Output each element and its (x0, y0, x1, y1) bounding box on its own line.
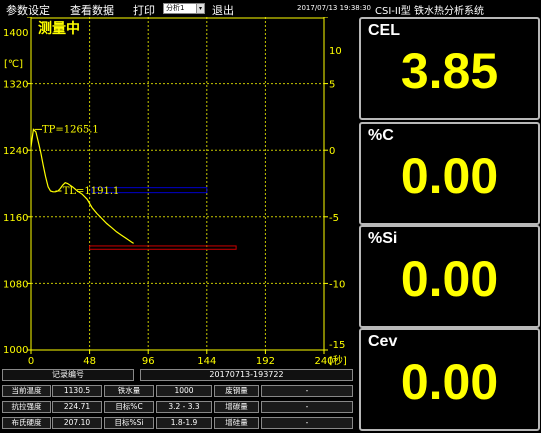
y-tick-label: 1320 (3, 80, 28, 91)
table-cell-value: - (261, 401, 353, 413)
panel-value: 0.00 (400, 251, 499, 307)
menu-param-settings[interactable]: 参数设定 (6, 2, 50, 18)
analysis-select-value: 分析1 (166, 4, 185, 12)
temperature-chart: 1400 1320 1240 1160 1080 1000 [℃] 10 5 0 -5 -10 -15 0… (0, 17, 356, 368)
panel-cel: CEL 3.85 (359, 17, 540, 120)
table-cell-label: 铁水量 (104, 385, 154, 397)
analysis-select[interactable]: 分析1 ▾ (163, 3, 205, 14)
table-cell-label: 目标%C (104, 401, 154, 413)
table-cell-value: - (261, 385, 353, 397)
x-tick-label: 96 (142, 356, 155, 367)
x-tick-label: 48 (83, 356, 96, 367)
y-tick-label: 1400 (3, 28, 28, 39)
table-cell-label: 抗拉强度 (2, 401, 51, 413)
x-tick-label: 0 (28, 356, 34, 367)
status-label: 测量中 (38, 20, 80, 37)
panel-label: %C (368, 127, 394, 144)
table-cell-value: 1130.5 (52, 385, 102, 397)
table-cell-value: - (261, 417, 353, 429)
y2-tick-label: -15 (329, 340, 345, 351)
table-cell-value: 3.2 - 3.3 (156, 401, 212, 413)
info-table: 记录编号 20170713-193722 当前温度 1130.5 铁水量 1000 废钢… (0, 368, 356, 433)
table-cell-value: 1.8-1.9 (156, 417, 212, 429)
menu-view-data[interactable]: 查看数据 (70, 2, 114, 18)
table-cell-label: 布氏硬度 (2, 417, 51, 429)
table-cell-label: 目标%Si (104, 417, 154, 429)
menu-print[interactable]: 打印 (133, 2, 155, 18)
datetime: 2017/07/13 19:38:30 (297, 4, 372, 12)
y-tick-label: 1000 (3, 345, 28, 356)
y2-tick-label: -10 (329, 279, 345, 290)
panel-value: 0.00 (400, 354, 499, 410)
x-unit-label: [秒] (329, 354, 347, 367)
table-cell-label: 当前温度 (2, 385, 51, 397)
panel-label: CEL (368, 22, 400, 39)
y-tick-label: 1080 (3, 279, 28, 290)
panel-cev: Cev 0.00 (359, 328, 540, 431)
panel-value: 0.00 (400, 148, 499, 204)
x-tick-label: 192 (256, 356, 275, 367)
y2-tick-label: -5 (329, 213, 339, 224)
menu-exit[interactable]: 退出 (212, 2, 234, 18)
y2-tick-label: 0 (329, 146, 335, 157)
table-cell-value: 224.71 (52, 401, 102, 413)
y2-tick-label: 5 (329, 80, 335, 91)
panel-c: %C 0.00 (359, 122, 540, 225)
panel-label: Cev (368, 333, 398, 350)
record-label: 记录编号 (2, 369, 134, 381)
app-title: CSI-II型 铁水热分析系统 (375, 6, 484, 17)
table-cell-label: 废钢量 (214, 385, 259, 397)
table-cell-value: 207.10 (52, 417, 102, 429)
y-tick-label: 1240 (3, 146, 28, 157)
table-cell-value: 1000 (156, 385, 212, 397)
menu-bar: 参数设定 查看数据 打印 分析1 ▾ 退出 2017/07/13 19:38:3… (0, 0, 541, 17)
chevron-down-icon: ▾ (196, 4, 204, 13)
x-tick-label: 144 (197, 356, 216, 367)
panel-si: %Si 0.00 (359, 225, 540, 328)
panel-value: 3.85 (400, 43, 499, 99)
record-value: 20170713-193722 (140, 369, 353, 381)
y-tick-label: 1160 (3, 213, 28, 224)
y-unit-label: [℃] (4, 59, 23, 70)
panel-label: %Si (368, 230, 398, 247)
tp-annotation: TP=1265.1 (42, 124, 99, 135)
table-cell-label: 增硅量 (214, 417, 259, 429)
tl-annotation: TL=1191.1 (63, 186, 120, 197)
y2-tick-label: 10 (329, 46, 342, 57)
table-cell-label: 增碳量 (214, 401, 259, 413)
